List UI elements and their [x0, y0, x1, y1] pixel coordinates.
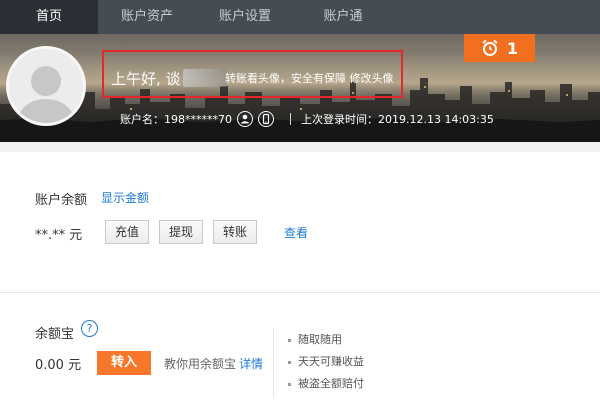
list-item: 随取随用 — [288, 329, 364, 351]
alarm-count: 1 — [506, 38, 519, 58]
red-highlight-box — [102, 50, 403, 98]
avatar[interactable] — [6, 46, 86, 126]
account-name-value: 198******70 — [164, 112, 232, 126]
main-content: 账户余额 显示金额 **.** 元 充值 提现 转账 查看 余额宝 ? 0.00… — [0, 152, 600, 400]
tab-home[interactable]: 首页 — [0, 0, 98, 34]
transfer-in-button[interactable]: 转入 — [97, 351, 151, 375]
bullet-icon — [288, 382, 291, 386]
alarm-clock-icon — [482, 39, 498, 56]
feature-list: 随取随用 天天可赚收益 被盗全额赔付 — [288, 329, 364, 395]
tab-account-assets[interactable]: 账户资产 — [98, 0, 196, 34]
view-link[interactable]: 查看 — [284, 224, 308, 241]
account-name-label: 账户名： — [120, 113, 164, 126]
yuebao-guide: 教你用余额宝 详情 — [164, 355, 263, 372]
feature-text: 随取随用 — [298, 333, 342, 346]
feature-text: 天天可赚收益 — [298, 355, 364, 368]
yuebao-label: 余额宝 — [35, 327, 75, 342]
list-item: 天天可赚收益 — [288, 351, 364, 373]
list-item: 被盗全额赔付 — [288, 373, 364, 395]
alarm-notification-badge[interactable]: 1 — [464, 34, 535, 62]
recharge-button[interactable]: 充值 — [105, 220, 150, 244]
show-amount-link[interactable]: 显示金额 — [101, 189, 149, 206]
question-icon[interactable]: ? — [81, 320, 98, 337]
section-divider — [0, 292, 600, 293]
transfer-button[interactable]: 转账 — [213, 220, 258, 244]
tab-account-link[interactable]: 账户通 — [294, 0, 392, 34]
account-info-row: 账户名： 198******70 上次登录时间： 2019.12.13 14:0… — [120, 111, 494, 127]
bullet-icon — [288, 360, 291, 364]
masked-balance: **.** 元 — [35, 228, 83, 243]
vertical-divider — [273, 328, 274, 398]
bullet-icon — [288, 338, 291, 342]
withdraw-button[interactable]: 提现 — [159, 220, 204, 244]
detail-link[interactable]: 详情 — [239, 357, 263, 371]
separator — [290, 113, 291, 125]
profile-banner: 1 上午好, 谈 转账看头像，安全有保障 修改头像 账户名： 198******… — [0, 34, 600, 142]
yuebao-balance: 0.00 元 — [35, 358, 82, 373]
person-icon[interactable] — [237, 111, 253, 127]
last-login-value: 2019.12.13 14:03:35 — [378, 112, 494, 126]
phone-icon[interactable] — [258, 111, 274, 127]
last-login-label: 上次登录时间： — [301, 113, 378, 126]
teach-text: 教你用余额宝 — [164, 357, 237, 371]
top-nav: 首页 账户资产 账户设置 账户通 — [0, 0, 600, 34]
feature-text: 被盗全额赔付 — [298, 377, 364, 390]
tab-account-settings[interactable]: 账户设置 — [196, 0, 294, 34]
balance-label: 账户余额 — [35, 193, 88, 208]
